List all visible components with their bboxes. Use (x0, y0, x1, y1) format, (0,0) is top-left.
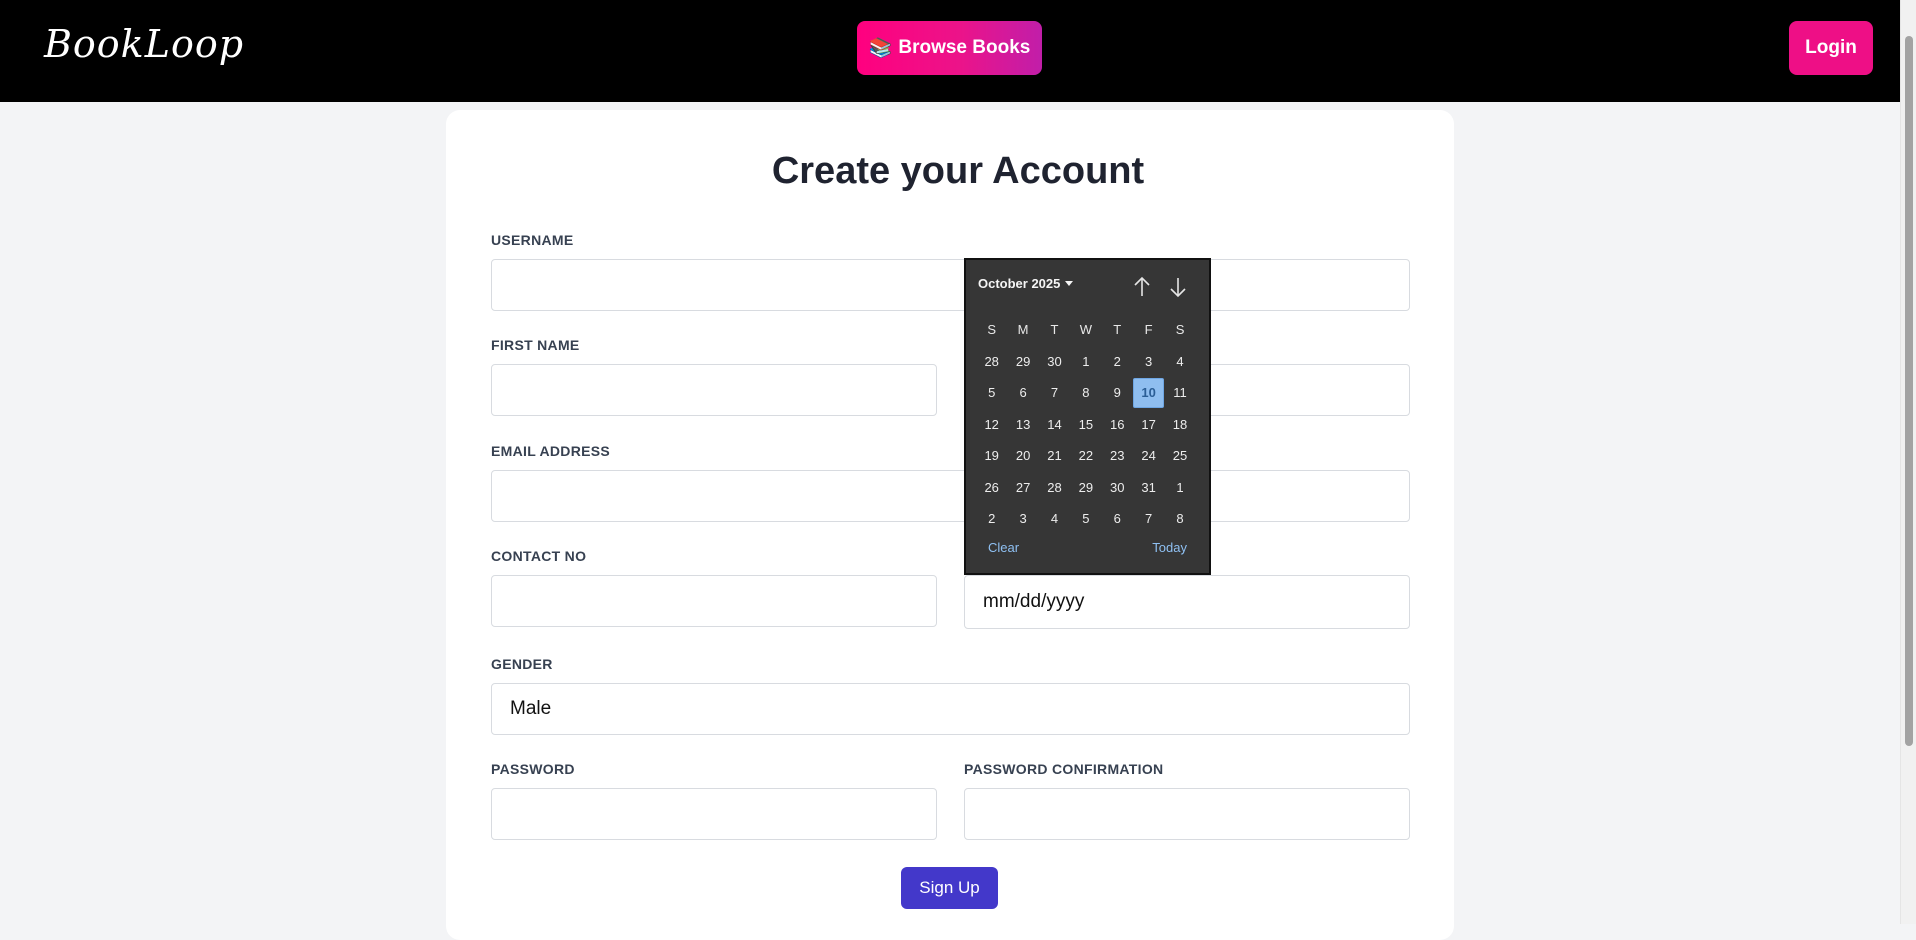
gender-label: GENDER (491, 656, 553, 672)
calendar-day[interactable]: 2 (1102, 346, 1133, 376)
calendar-day[interactable]: 14 (1039, 409, 1070, 439)
calendar-week-row: 12 13 14 15 16 17 18 (976, 409, 1196, 441)
date-of-birth-input[interactable]: mm/dd/yyyy (964, 575, 1410, 629)
gender-select[interactable]: Male (491, 683, 1410, 735)
calendar-day[interactable]: 25 (1164, 441, 1195, 471)
calendar-week-row: 19 20 21 22 23 24 25 (976, 440, 1196, 472)
navbar: BookLoop 📚 Browse Books Login (0, 0, 1900, 102)
weekday-label: T (1050, 322, 1059, 338)
weekday-label: M (1017, 322, 1029, 338)
calendar-day[interactable]: 29 (1007, 346, 1038, 376)
first-name-label: FIRST NAME (491, 337, 580, 353)
calendar-day[interactable]: 4 (1164, 346, 1195, 376)
weekday-label: W (1079, 322, 1092, 338)
contact-label: CONTACT NO (491, 548, 587, 564)
calendar-week-row: 26 27 28 29 30 31 1 (976, 472, 1196, 504)
gender-selected-value: Male (510, 698, 552, 719)
calendar-day[interactable]: 29 (1070, 472, 1101, 502)
today-button[interactable]: Today (1152, 540, 1187, 555)
password-confirmation-label: PASSWORD CONFIRMATION (964, 761, 1164, 777)
contact-input[interactable] (491, 575, 937, 627)
username-input[interactable] (491, 259, 1410, 311)
browse-books-button[interactable]: 📚 Browse Books (857, 21, 1042, 75)
calendar-day[interactable]: 7 (1039, 378, 1070, 408)
calendar-day[interactable]: 28 (1039, 472, 1070, 502)
calendar-day[interactable]: 15 (1070, 409, 1101, 439)
calendar-day[interactable]: 3 (1133, 346, 1164, 376)
sign-up-button[interactable]: Sign Up (901, 867, 998, 909)
calendar-week-row: 5 6 7 8 9 10 11 (976, 377, 1196, 409)
logo[interactable]: BookLoop (44, 22, 244, 66)
calendar-day[interactable]: 4 (1039, 504, 1070, 534)
first-name-input[interactable] (491, 364, 937, 416)
calendar-day[interactable]: 8 (1070, 378, 1101, 408)
calendar-day[interactable]: 17 (1133, 409, 1164, 439)
calendar-day[interactable]: 30 (1102, 472, 1133, 502)
calendar-day[interactable]: 16 (1102, 409, 1133, 439)
calendar-day[interactable]: 6 (1102, 504, 1133, 534)
calendar-day[interactable]: 26 (976, 472, 1007, 502)
month-year-selector[interactable]: October 2025 (978, 276, 1074, 291)
password-label: PASSWORD (491, 761, 575, 777)
next-month-button[interactable] (1167, 274, 1189, 300)
calendar-day[interactable]: 1 (1070, 346, 1101, 376)
calendar-day[interactable]: 31 (1133, 472, 1164, 502)
weekday-label: S (1175, 322, 1185, 338)
caret-down-icon (1065, 281, 1074, 286)
calendar-day[interactable]: 21 (1039, 441, 1070, 471)
page-scrollbar[interactable] (1900, 0, 1916, 924)
calendar-day[interactable]: 1 (1164, 472, 1195, 502)
weekday-label: T (1113, 322, 1122, 338)
weekday-label: S (987, 322, 997, 338)
calendar-week-row: 28 29 30 1 2 3 4 (976, 346, 1196, 378)
email-input[interactable] (491, 470, 1410, 522)
password-input[interactable] (491, 788, 937, 840)
calendar-day[interactable]: 9 (1102, 378, 1133, 408)
calendar-day[interactable]: 27 (1007, 472, 1038, 502)
date-picker-popup: October 2025 S M T W T F S 28 29 30 1 2 (964, 258, 1211, 575)
calendar-day[interactable]: 20 (1007, 441, 1038, 471)
month-year-label: October 2025 (978, 276, 1061, 291)
browse-books-label: Browse Books (898, 37, 1031, 58)
calendar-day[interactable]: 3 (1007, 504, 1038, 534)
calendar-day-selected[interactable]: 10 (1132, 377, 1165, 408)
calendar-day[interactable]: 11 (1164, 378, 1195, 408)
calendar-day[interactable]: 30 (1039, 346, 1070, 376)
arrow-up-icon (1134, 276, 1150, 296)
previous-month-button[interactable] (1131, 274, 1153, 300)
calendar-day[interactable]: 2 (976, 504, 1007, 534)
calendar-day[interactable]: 23 (1102, 441, 1133, 471)
calendar-day[interactable]: 8 (1164, 504, 1195, 534)
email-label: EMAIL ADDRESS (491, 443, 611, 459)
calendar-day[interactable]: 5 (1070, 504, 1101, 534)
calendar-day[interactable]: 19 (976, 441, 1007, 471)
arrow-down-icon (1170, 278, 1186, 298)
calendar-day[interactable]: 7 (1133, 504, 1164, 534)
calendar-day[interactable]: 5 (976, 378, 1007, 408)
books-icon: 📚 (868, 38, 893, 59)
clear-date-button[interactable]: Clear (988, 540, 1019, 555)
username-label: USERNAME (491, 232, 574, 248)
calendar-day[interactable]: 24 (1133, 441, 1164, 471)
weekday-header-row: S M T W T F S (976, 314, 1196, 346)
password-confirmation-input[interactable] (964, 788, 1410, 840)
calendar-day[interactable]: 13 (1007, 409, 1038, 439)
page-title: Create your Account (771, 150, 1145, 192)
calendar-grid: S M T W T F S 28 29 30 1 2 3 4 5 6 7 8 9… (976, 314, 1196, 535)
login-button[interactable]: Login (1789, 21, 1873, 75)
calendar-day[interactable]: 22 (1070, 441, 1101, 471)
calendar-day[interactable]: 12 (976, 409, 1007, 439)
weekday-label: F (1144, 322, 1153, 338)
calendar-week-row: 2 3 4 5 6 7 8 (976, 503, 1196, 535)
scrollbar-thumb[interactable] (1905, 36, 1913, 746)
calendar-day[interactable]: 18 (1164, 409, 1195, 439)
calendar-day[interactable]: 6 (1007, 378, 1038, 408)
date-of-birth-placeholder: mm/dd/yyyy (983, 591, 1085, 612)
calendar-day[interactable]: 28 (976, 346, 1007, 376)
